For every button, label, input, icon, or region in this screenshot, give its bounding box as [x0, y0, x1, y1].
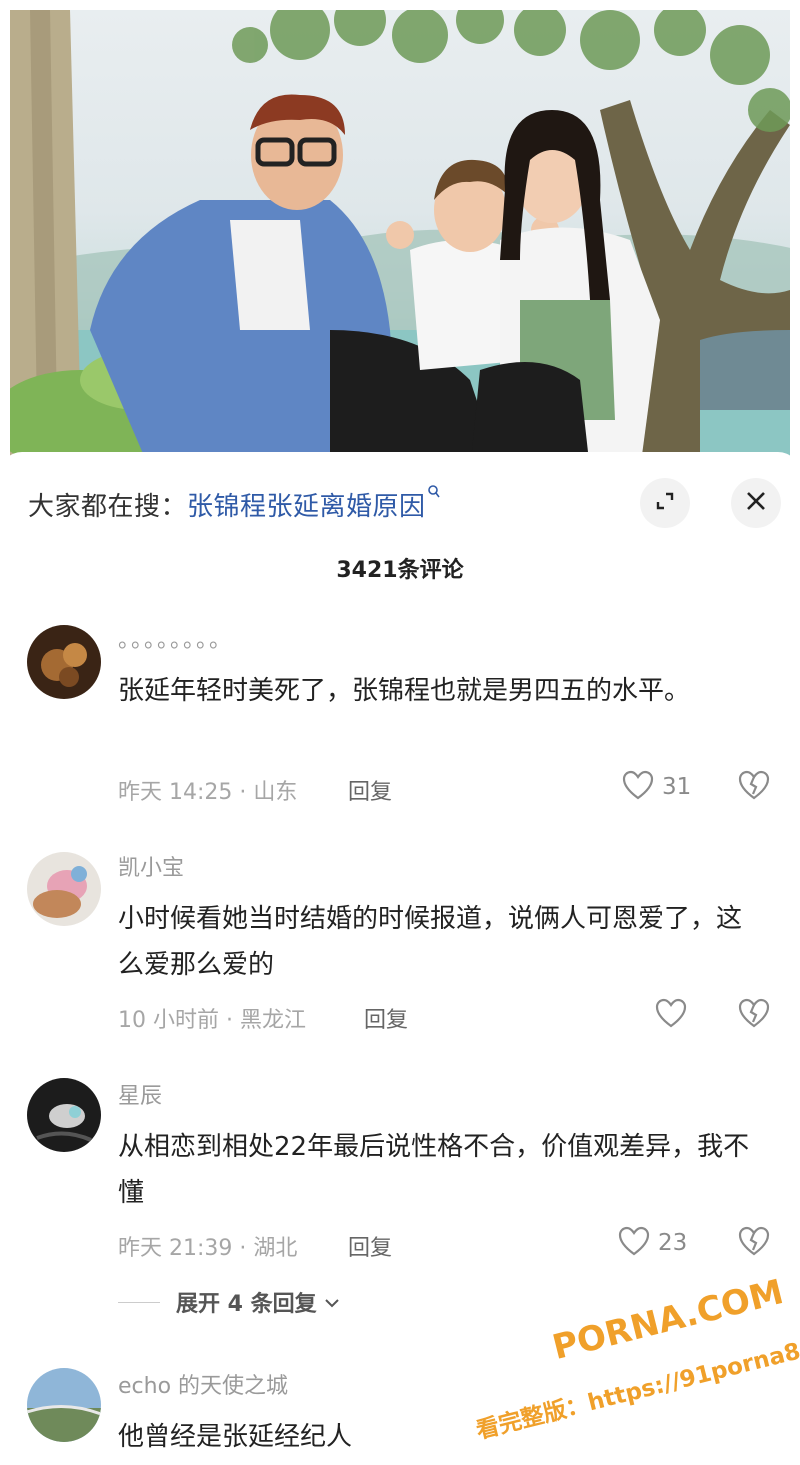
dislike-button[interactable]	[738, 998, 770, 1032]
hero-photo	[0, 0, 800, 470]
expand-icon	[653, 489, 677, 517]
reply-button[interactable]: 回复	[364, 1002, 408, 1034]
expand-button[interactable]	[640, 478, 690, 528]
comments-count: 3421条评论	[336, 558, 464, 583]
expand-divider	[118, 1301, 160, 1303]
heart-icon	[618, 1226, 650, 1260]
expand-replies-button[interactable]: 展开 4 条回复	[118, 1286, 339, 1318]
avatar[interactable]	[27, 1078, 101, 1152]
search-icon	[427, 485, 440, 503]
username[interactable]: echo 的天使之城	[118, 1368, 288, 1400]
like-button[interactable]: 23	[618, 1226, 687, 1260]
broken-heart-icon	[738, 770, 770, 804]
comment-text: 张延年轻时美死了，张锦程也就是男四五的水平。	[118, 676, 691, 706]
heart-icon	[655, 998, 687, 1032]
like-count: 31	[662, 774, 692, 800]
search-query-link[interactable]: 张锦程张延离婚原因	[187, 486, 426, 523]
like-count: 23	[658, 1230, 688, 1256]
close-button[interactable]	[731, 478, 781, 528]
reply-button[interactable]: 回复	[348, 1230, 392, 1262]
expand-replies-label: 展开 4 条回复	[176, 1292, 317, 1317]
broken-heart-icon	[738, 998, 770, 1032]
broken-heart-icon	[738, 1226, 770, 1260]
dislike-button[interactable]	[738, 1226, 770, 1260]
comment-meta: 昨天 14:25 · 山东	[118, 780, 298, 805]
username[interactable]: 。。。。。。。。	[118, 622, 233, 654]
close-icon	[745, 490, 767, 516]
comment-meta: 昨天 21:39 · 湖北	[118, 1236, 298, 1261]
search-suggestion[interactable]: 大家都在搜： 张锦程张延离婚原因	[28, 482, 440, 526]
comment-text: 从相恋到相处22年最后说性格不合，价值观差异，我不懂	[118, 1132, 750, 1208]
avatar[interactable]	[27, 852, 101, 926]
avatar[interactable]	[27, 1368, 101, 1442]
comment-meta: 10 小时前 · 黑龙江	[118, 1008, 306, 1033]
comment-text: 小时候看她当时结婚的时候报道，说俩人可恩爱了，这么爱那么爱的	[118, 904, 743, 980]
watermark: PORNA.COM 看完整版：https://91porna81.com	[470, 1272, 800, 1460]
like-button[interactable]: 31	[622, 770, 691, 804]
dislike-button[interactable]	[738, 770, 770, 804]
avatar[interactable]	[27, 625, 101, 699]
chevron-down-icon	[324, 1292, 339, 1313]
username[interactable]: 星辰	[118, 1078, 162, 1110]
username[interactable]: 凯小宝	[118, 850, 184, 882]
heart-icon	[622, 770, 654, 804]
like-button[interactable]	[655, 998, 687, 1032]
reply-button[interactable]: 回复	[348, 774, 392, 806]
search-prefix: 大家都在搜：	[28, 491, 188, 522]
